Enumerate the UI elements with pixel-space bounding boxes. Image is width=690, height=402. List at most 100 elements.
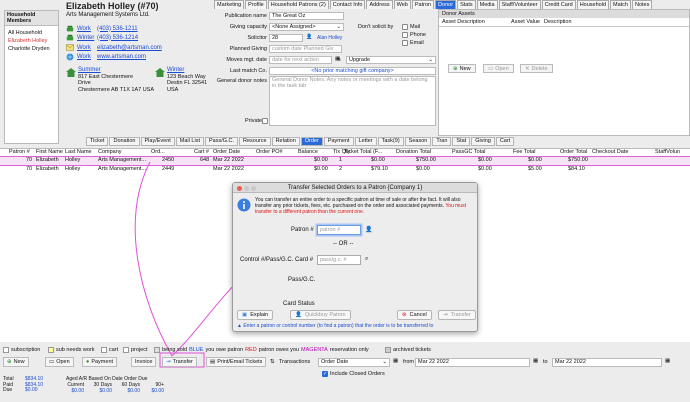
tab-resource[interactable]: Resource (239, 137, 271, 146)
match-company-input[interactable]: <No prior matching gift company> (269, 67, 436, 75)
tab-season[interactable]: Season (404, 137, 432, 146)
tab-match[interactable]: Match (610, 0, 631, 9)
tab-staff-volunteer[interactable]: Staff/Volunteer (498, 0, 541, 9)
asset-open-button[interactable]: ▭ Open (483, 64, 514, 73)
person-icon[interactable]: 👤 (306, 34, 312, 40)
payment-button[interactable]: ● Payment (82, 357, 118, 367)
tab-credit-card[interactable]: Credit Card (541, 0, 576, 9)
column-header[interactable]: Donation Total (396, 149, 431, 155)
stage-select[interactable]: Upgrade ⌄ (346, 56, 436, 64)
column-header[interactable]: Description (544, 19, 572, 25)
column-header[interactable]: Order Date (213, 149, 240, 155)
close-window-icon[interactable] (237, 186, 242, 191)
publication-input[interactable]: The Great Oz (269, 12, 344, 20)
tab-media[interactable]: Media (476, 0, 498, 9)
column-header[interactable]: Order PO# (256, 149, 283, 155)
email-checkbox[interactable] (402, 40, 408, 46)
include-closed-checkbox[interactable]: ✓ (322, 371, 328, 377)
search-icon[interactable]: ⌕ (365, 256, 368, 263)
zoom-window-icon[interactable] (251, 186, 256, 191)
transfer-button[interactable]: ⇥ Transfer (162, 357, 197, 367)
tab-ticket[interactable]: Ticket (86, 137, 109, 146)
private-checkbox[interactable] (262, 118, 268, 124)
column-header[interactable]: Cart # (194, 149, 209, 155)
person-icon[interactable]: 👤 (365, 226, 372, 233)
calendar-icon[interactable]: ▦ (393, 358, 398, 364)
column-header[interactable]: Patron # (9, 149, 30, 155)
table-row[interactable]: 70 Elizabeth Holley Arts Management... 2… (0, 156, 690, 166)
open-order-button[interactable]: ▭ Open (45, 357, 74, 367)
household-member[interactable]: All Household (5, 29, 58, 37)
to-date-input[interactable]: Mar 22 2022 (552, 358, 662, 367)
tab-web[interactable]: Web (393, 0, 411, 9)
column-header[interactable]: Asset Description (442, 19, 500, 25)
edit-icon[interactable]: ✎ (337, 57, 341, 63)
web-address[interactable]: www.artsman.com (97, 54, 146, 60)
tab-profile[interactable]: Profile (245, 0, 267, 9)
column-header[interactable]: Last Name (65, 149, 92, 155)
solicitor-name[interactable]: Alan Holley (317, 35, 342, 41)
address-winter[interactable]: Winter 123 Beach Way Destin FL 32541 USA (167, 67, 207, 93)
tab-cart[interactable]: Cart (495, 137, 515, 146)
tab-mail-list[interactable]: Mail List (175, 137, 204, 146)
minimize-window-icon[interactable] (244, 186, 249, 191)
notes-textarea[interactable]: General Donor Notes. Any notes or meetin… (269, 76, 436, 126)
calendar-icon[interactable]: ▦ (533, 358, 538, 364)
tab-household-patrons[interactable]: Household Patrons (2) (267, 0, 329, 9)
tab-donor[interactable]: Donor (435, 0, 457, 9)
transfer-confirm-button[interactable]: ⇥ Transfer (438, 310, 476, 320)
tab-address[interactable]: Address (366, 0, 393, 9)
tab-task[interactable]: Task(9) (377, 137, 404, 146)
address-summer[interactable]: Summer 817 East Chestermere Drive Cheste… (78, 67, 154, 93)
tab-notes[interactable]: Notes (631, 0, 653, 9)
tab-household[interactable]: Household (576, 0, 609, 9)
household-member[interactable]: Charlotte Dryden (5, 45, 58, 53)
invoice-button[interactable]: Invoice (131, 357, 157, 367)
column-header[interactable]: Company (98, 149, 122, 155)
column-header[interactable]: Ord... (151, 149, 165, 155)
tab-play-event[interactable]: Play/Event (140, 137, 175, 146)
table-row[interactable]: 70 Elizabeth Holley Arts Management... 2… (0, 166, 690, 174)
column-header[interactable]: Balance (298, 149, 318, 155)
control-number-input[interactable]: pass/g.c. # (317, 255, 361, 265)
column-header[interactable]: First Name (36, 149, 63, 155)
column-header[interactable]: Checkout Date (592, 149, 628, 155)
new-order-button[interactable]: ⊕ New (3, 357, 29, 367)
tab-letter[interactable]: Letter (354, 137, 377, 146)
column-header[interactable]: PassGC Total (452, 149, 486, 155)
phone-number[interactable]: (403) 536-1214 (97, 35, 138, 41)
tab-marketing[interactable]: Marketing (214, 0, 245, 9)
tab-stat[interactable]: Stat (452, 137, 471, 146)
tab-payment[interactable]: Payment (323, 137, 354, 146)
tab-tran[interactable]: Tran (432, 137, 452, 146)
asset-new-button[interactable]: ⊕ New (448, 64, 476, 73)
date-type-select[interactable]: Order Date ⌄ (318, 358, 390, 367)
column-header[interactable]: Ticket Total (F... (344, 149, 382, 155)
patron-number-input[interactable]: patron # (317, 225, 361, 235)
tab-patron[interactable]: Patron (411, 0, 435, 9)
column-header[interactable]: Order Total (560, 149, 587, 155)
asset-delete-button[interactable]: ✕ Delete (520, 64, 553, 73)
mail-checkbox[interactable] (402, 24, 408, 30)
solicitor-input[interactable]: 28 (269, 34, 303, 42)
column-header[interactable]: Fee Total (513, 149, 536, 155)
tab-contact-info[interactable]: Contact Info (329, 0, 366, 9)
sort-icon[interactable]: ⇅ (270, 359, 275, 365)
web-row[interactable]: Work www.artsman.com (66, 51, 146, 62)
tab-order[interactable]: Order (300, 137, 323, 146)
tab-relation[interactable]: Relation (271, 137, 300, 146)
cancel-button[interactable]: ⊗ Cancel (397, 310, 432, 320)
planned-giving-input[interactable]: custom date Planned Giv (269, 45, 342, 53)
from-date-input[interactable]: Mar 22 2022 (415, 358, 530, 367)
phone-checkbox[interactable] (402, 32, 408, 38)
tab-pass-gc[interactable]: Pass/G.C. (204, 137, 239, 146)
email-address[interactable]: elizabeth@artsman.com (97, 45, 162, 51)
tab-stats[interactable]: Stats (457, 0, 476, 9)
household-member[interactable]: Elizabeth Holley (5, 37, 58, 45)
column-header[interactable]: Asset Value (500, 19, 540, 25)
quickbuy-button[interactable]: 👤 Quickbuy Patron (290, 310, 351, 320)
print-email-tickets-button[interactable]: ▤ Print/Email Tickets (206, 357, 267, 367)
capacity-select[interactable]: <None Assigned> ⌄ (269, 23, 344, 31)
tab-donation[interactable]: Donation (109, 137, 140, 146)
tab-giving[interactable]: Giving (471, 137, 495, 146)
